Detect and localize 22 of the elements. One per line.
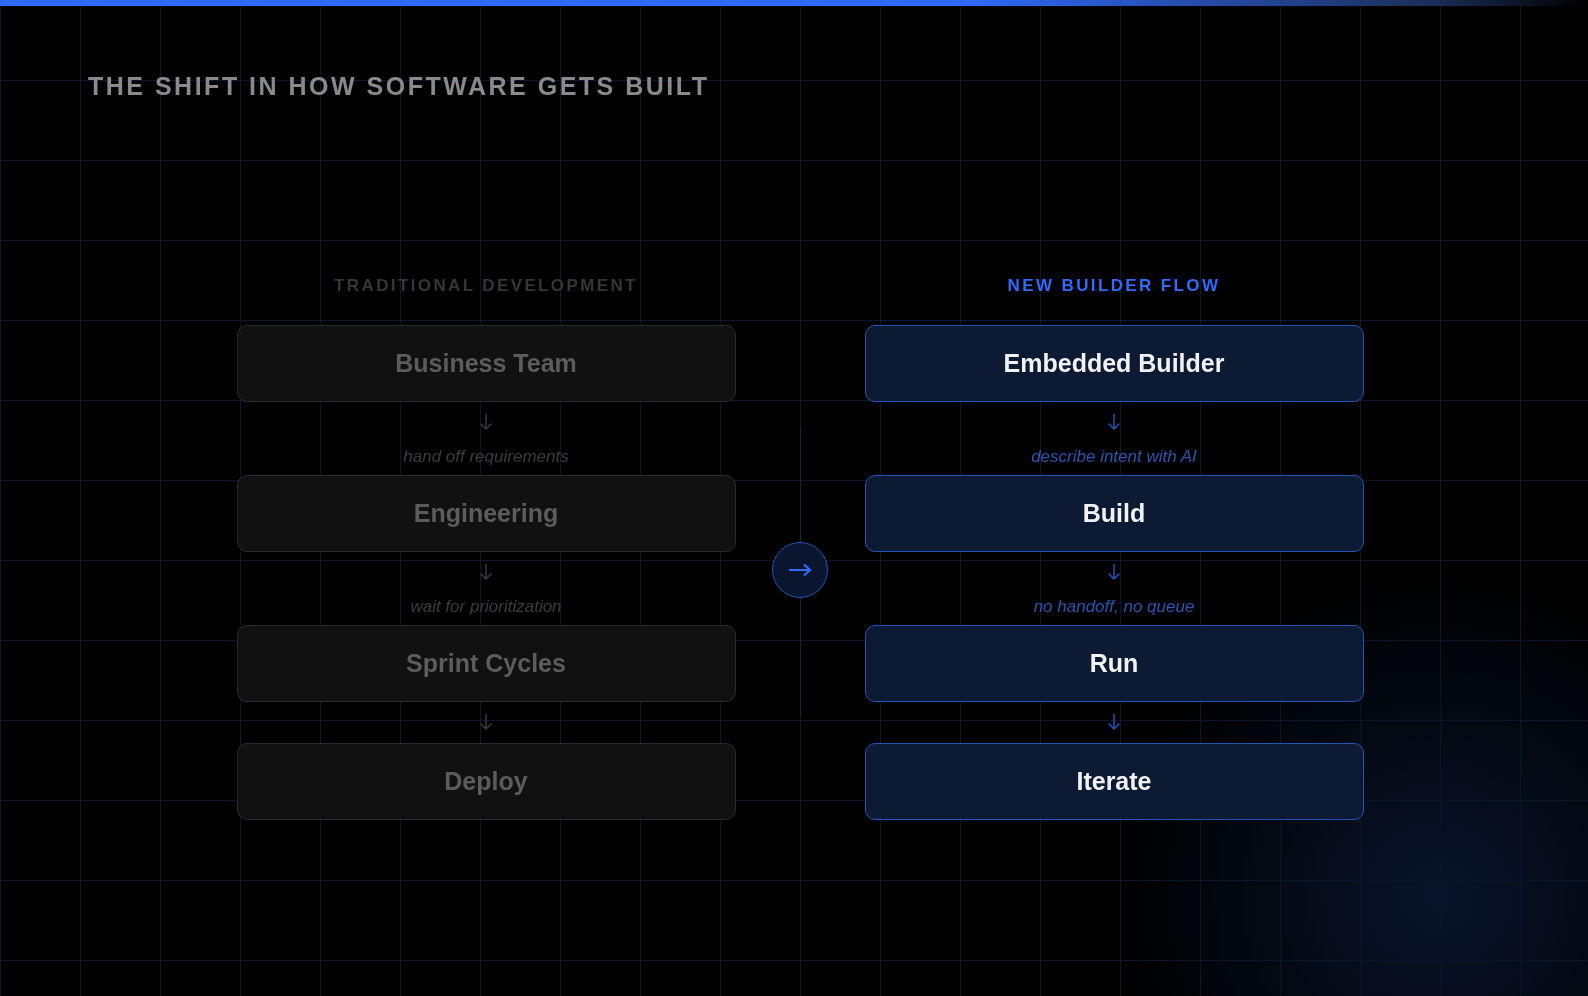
transition-label: hand off requirements (403, 446, 569, 468)
step-card: Build (864, 475, 1364, 552)
down-arrow-icon (479, 713, 493, 731)
slide-title: THE SHIFT IN HOW SOFTWARE GETS BUILT (87, 71, 710, 102)
right-arrow-icon (788, 563, 812, 577)
down-arrow-icon (479, 563, 493, 581)
down-arrow-icon (1107, 563, 1121, 581)
down-arrow-icon (479, 413, 493, 431)
down-arrow-icon (1107, 713, 1121, 731)
step-card: Business Team (236, 325, 736, 402)
down-arrow-icon (1107, 413, 1121, 431)
step-card: Iterate (864, 743, 1364, 820)
transition-label: no handoff, no queue (1033, 596, 1195, 618)
arrow-button[interactable] (772, 542, 828, 598)
step-card: Embedded Builder (864, 325, 1364, 402)
transition-label: describe intent with AI (1031, 446, 1197, 468)
transition-label: wait for prioritization (410, 596, 562, 618)
step-card: Deploy (236, 743, 736, 820)
step-card: Sprint Cycles (236, 625, 736, 702)
step-card: Engineering (236, 475, 736, 552)
step-card: Run (864, 625, 1364, 702)
column-heading: NEW BUILDER FLOW (1007, 275, 1221, 297)
